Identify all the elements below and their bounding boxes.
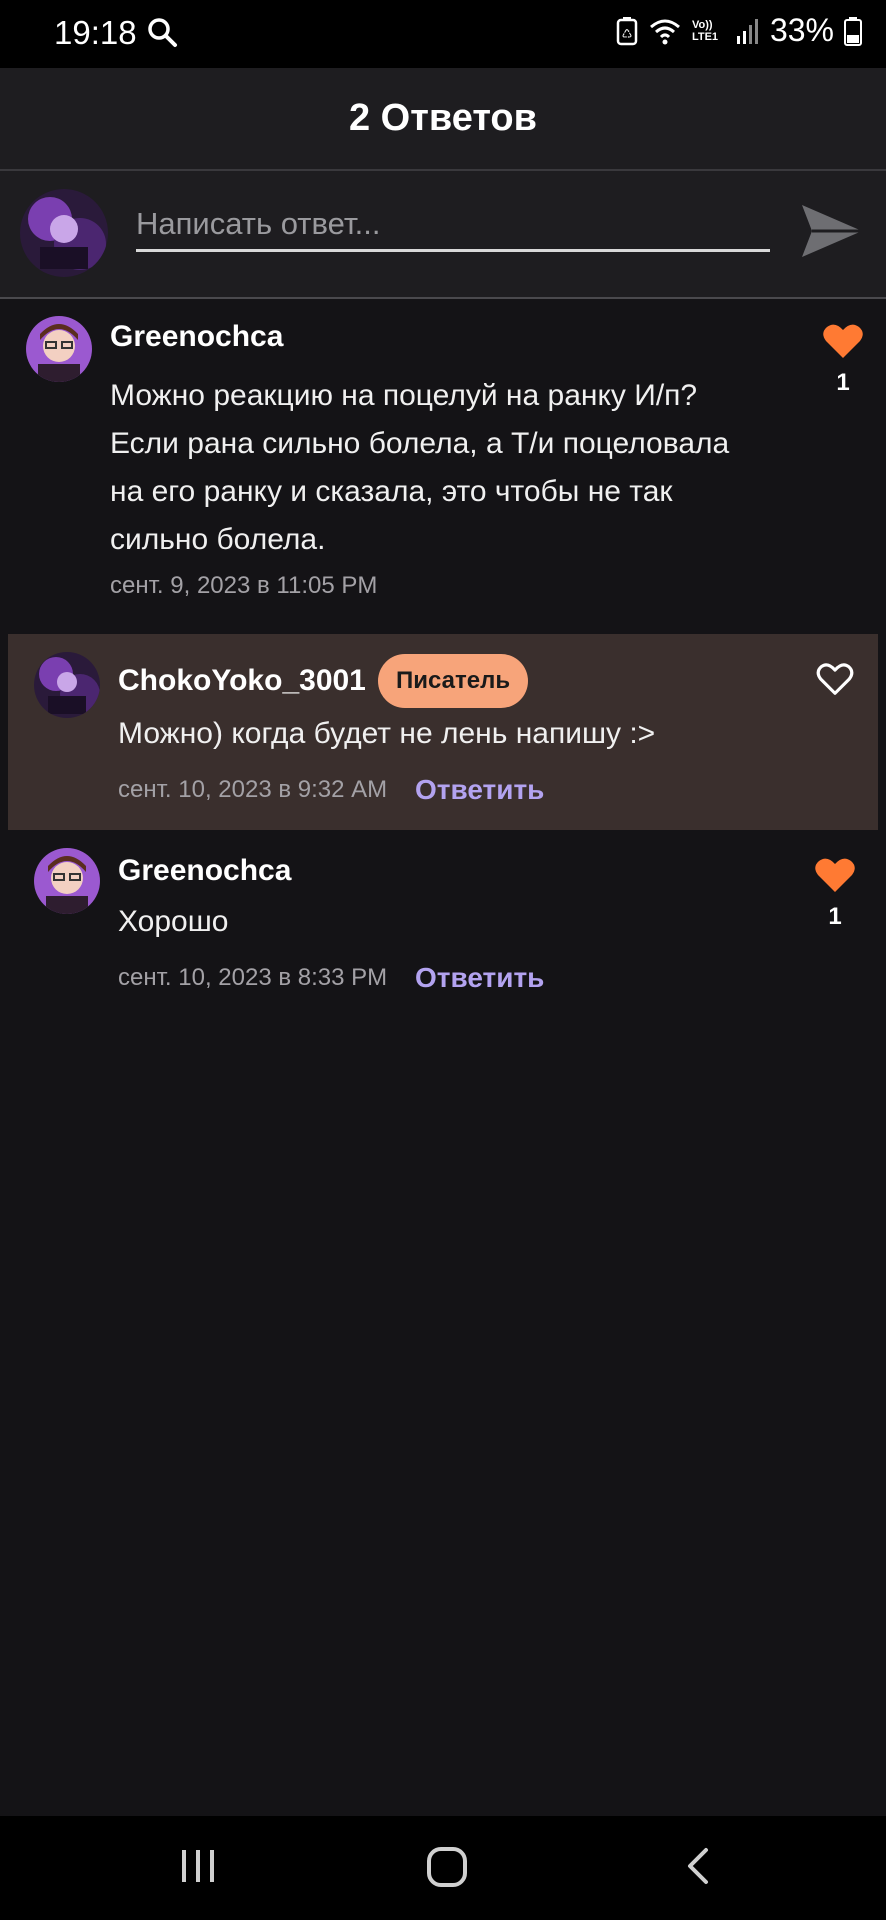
signal-icon <box>736 18 758 44</box>
comment-text: Хорошо <box>118 905 229 938</box>
home-icon[interactable] <box>426 1846 468 1888</box>
header: 2 Ответов <box>0 68 886 171</box>
heart-outline-icon <box>816 663 854 695</box>
comment-text-line: Можно реакцию на поцелуй на ранку И/п? <box>110 379 698 412</box>
comment-timestamp: сент. 10, 2023 в 8:33 PM <box>118 964 388 991</box>
battery-percent: 33% <box>769 12 834 48</box>
comment-username[interactable]: Greenochca <box>110 320 283 354</box>
battery-saver-icon: ♺ <box>616 16 638 45</box>
comment-text-line: Если рана сильно болела, а Т/и поцеловал… <box>110 427 730 460</box>
heart-filled-icon <box>815 858 855 892</box>
wifi-icon <box>649 19 680 44</box>
back-icon[interactable] <box>680 1846 716 1886</box>
recent-apps-icon[interactable] <box>178 1846 218 1886</box>
comment-username[interactable]: Greenochca <box>118 854 291 888</box>
comment-text-line: сильно болела. <box>110 523 326 556</box>
reply-button[interactable]: Ответить <box>415 962 544 994</box>
like-button[interactable]: 1 <box>814 856 856 931</box>
status-time: 19:18 <box>54 14 137 51</box>
reply-composer <box>0 171 886 299</box>
network-label: Vo)) LTE1 <box>691 18 719 43</box>
current-user-avatar <box>20 189 108 277</box>
like-count: 1 <box>836 369 850 396</box>
battery-icon <box>844 16 862 46</box>
comment-username[interactable]: ChokoYoko_3001 <box>118 664 366 698</box>
page-title: 2 Ответов <box>348 97 538 139</box>
comment-timestamp: сент. 10, 2023 в 9:32 AM <box>118 776 388 803</box>
comment-text: Можно) когда будет не лень напишу :> <box>118 717 656 750</box>
like-button[interactable]: 1 <box>822 322 864 397</box>
like-count: 1 <box>828 903 842 930</box>
like-button[interactable] <box>814 662 856 701</box>
status-bar: 19:18 ♺ Vo)) LTE1 33% <box>0 0 886 68</box>
comment-item: Greenochca Можно реакцию на поцелуй на р… <box>0 300 886 620</box>
avatar[interactable] <box>26 316 92 382</box>
comment-text-line: на его ранку и сказала, это чтобы не так <box>110 475 673 508</box>
send-icon[interactable] <box>800 201 864 261</box>
writer-badge: Писатель <box>378 654 529 708</box>
system-nav-bar <box>0 1816 886 1920</box>
comment-item: Greenochca Хорошо сент. 10, 2023 в 8:33 … <box>0 842 886 1012</box>
avatar[interactable] <box>34 848 100 914</box>
comment-item-highlighted: ChokoYoko_3001 Писатель Можно) когда буд… <box>8 634 878 830</box>
status-indicators: ♺ Vo)) LTE1 33% <box>616 12 862 49</box>
reply-button[interactable]: Ответить <box>415 774 544 806</box>
heart-filled-icon <box>823 324 863 358</box>
search-icon <box>148 18 177 47</box>
reply-input[interactable] <box>136 199 770 252</box>
comment-timestamp: сент. 9, 2023 в 11:05 PM <box>110 572 378 599</box>
svg-text:♺: ♺ <box>622 27 633 41</box>
comment-text: Можно реакцию на поцелуй на ранку И/п? Е… <box>110 372 770 564</box>
avatar[interactable] <box>34 652 100 718</box>
